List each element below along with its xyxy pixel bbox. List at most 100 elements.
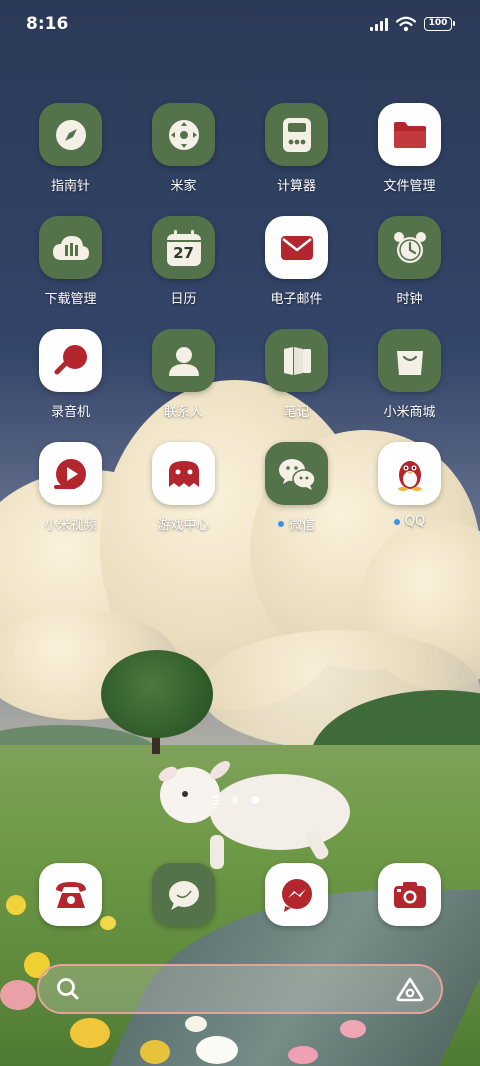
search-icon[interactable] (55, 976, 81, 1002)
app-label: 录音机 (50, 405, 90, 420)
wallpaper-flower (70, 1018, 110, 1048)
wallpaper-flower (288, 1046, 318, 1064)
app-icon-tile[interactable] (39, 863, 102, 926)
status-icons: 100 (370, 16, 455, 32)
status-bar: 8:16 100 (0, 0, 480, 48)
app-label: 时钟 (396, 292, 423, 307)
app-icon-tile[interactable] (39, 216, 102, 279)
messenger-icon (281, 878, 312, 912)
wallpaper-flower (0, 980, 36, 1010)
alarm-clock-icon (393, 231, 426, 263)
app-label: 微信 (288, 518, 315, 533)
message-bubble-icon (168, 880, 199, 910)
app-label: 文件管理 (383, 179, 436, 194)
compass-icon (55, 119, 86, 150)
dock-messenger[interactable] (240, 863, 353, 926)
contact-icon (168, 346, 199, 376)
app-mi-store[interactable]: 小米商城 (353, 329, 466, 442)
shopping-bag-icon (396, 350, 423, 375)
app-calculator[interactable]: 计算器 (240, 103, 353, 216)
app-icon-tile[interactable] (265, 103, 328, 166)
app-icon-tile[interactable] (152, 442, 215, 505)
app-icon-tile[interactable] (265, 329, 328, 392)
app-label: 计算器 (276, 179, 316, 194)
app-icon-tile[interactable] (152, 103, 215, 166)
app-icon-tile[interactable] (39, 329, 102, 392)
app-icon-tile[interactable] (265, 442, 328, 505)
battery-level: 100 (428, 18, 448, 28)
new-notification-dot (277, 520, 284, 527)
folder-icon (393, 121, 426, 148)
app-file-manager[interactable]: 文件管理 (353, 103, 466, 216)
app-download-manager[interactable]: 下载管理 (14, 216, 127, 329)
download-cloud-icon (52, 235, 89, 260)
wallpaper-flower (140, 1040, 170, 1064)
calendar-icon: 27 (166, 229, 201, 266)
app-label: 笔记 (283, 405, 310, 420)
app-notes[interactable]: 笔记 (240, 329, 353, 442)
app-icon-tile[interactable] (378, 863, 441, 926)
app-email[interactable]: 电子邮件 (240, 216, 353, 329)
app-icon-tile[interactable] (152, 863, 215, 926)
page-indicator[interactable] (212, 796, 259, 805)
camera-icon (393, 881, 426, 908)
app-icon-tile[interactable] (378, 216, 441, 279)
app-game-center[interactable]: 游戏中心 (127, 442, 240, 555)
wallpaper-tree (101, 650, 213, 738)
page-dot-2-active[interactable] (251, 796, 259, 805)
wallpaper-lamb (158, 761, 350, 869)
dock-camera[interactable] (353, 863, 466, 926)
app-icon-tile[interactable] (39, 442, 102, 505)
calculator-icon (282, 117, 311, 152)
assistant-icon[interactable] (395, 976, 425, 1002)
app-label: 日历 (170, 292, 197, 307)
app-icon-tile[interactable] (265, 216, 328, 279)
app-icon-tile[interactable] (378, 103, 441, 166)
app-mi-video[interactable]: 小米视频 (14, 442, 127, 555)
app-icon-tile[interactable] (265, 863, 328, 926)
app-calendar[interactable]: 27 日历 (127, 216, 240, 329)
new-notification-dot (393, 518, 400, 525)
wechat-icon (278, 458, 316, 490)
wallpaper-flower (196, 1036, 238, 1064)
app-label: 米家 (170, 179, 197, 194)
wallpaper-flower (185, 1016, 207, 1032)
dock-phone[interactable] (14, 863, 127, 926)
phone-icon (55, 881, 86, 908)
wifi-icon (396, 16, 416, 32)
app-icon-tile[interactable] (378, 442, 441, 505)
wallpaper-flower (340, 1020, 366, 1038)
app-icon-tile[interactable] (152, 329, 215, 392)
page-dot-1[interactable] (231, 796, 239, 805)
app-clock[interactable]: 时钟 (353, 216, 466, 329)
app-label: 联系人 (163, 405, 203, 420)
app-label: 下载管理 (44, 292, 97, 307)
search-bar[interactable] (37, 964, 443, 1014)
signal-icon (370, 17, 388, 31)
app-grid: 指南针 米家 计算器 文件管理 下载管理 27 日历 电子邮件 时钟 录音机 联… (14, 103, 466, 555)
mijia-icon (168, 119, 199, 150)
app-wechat[interactable]: 微信 (240, 442, 353, 555)
app-icon-tile[interactable]: 27 (152, 216, 215, 279)
app-contacts[interactable]: 联系人 (127, 329, 240, 442)
app-icon-tile[interactable] (39, 103, 102, 166)
app-icon-tile[interactable] (378, 329, 441, 392)
app-qq[interactable]: QQ (353, 442, 466, 555)
battery-icon: 100 (424, 17, 455, 31)
microphone-icon (54, 344, 87, 374)
qq-penguin-icon (397, 460, 422, 491)
app-recorder[interactable]: 录音机 (14, 329, 127, 442)
notes-icon (283, 346, 311, 375)
calendar-day: 27 (173, 243, 194, 262)
app-compass[interactable]: 指南针 (14, 103, 127, 216)
app-mijia[interactable]: 米家 (127, 103, 240, 216)
mail-icon (280, 235, 313, 260)
dock-messages[interactable] (127, 863, 240, 926)
app-label: 游戏中心 (157, 518, 210, 533)
video-play-icon (53, 458, 86, 489)
dock (14, 863, 466, 926)
game-ghost-icon (168, 460, 199, 487)
app-label: 小米商城 (383, 405, 436, 420)
app-label: QQ (404, 514, 426, 529)
app-label: 指南针 (50, 179, 90, 194)
